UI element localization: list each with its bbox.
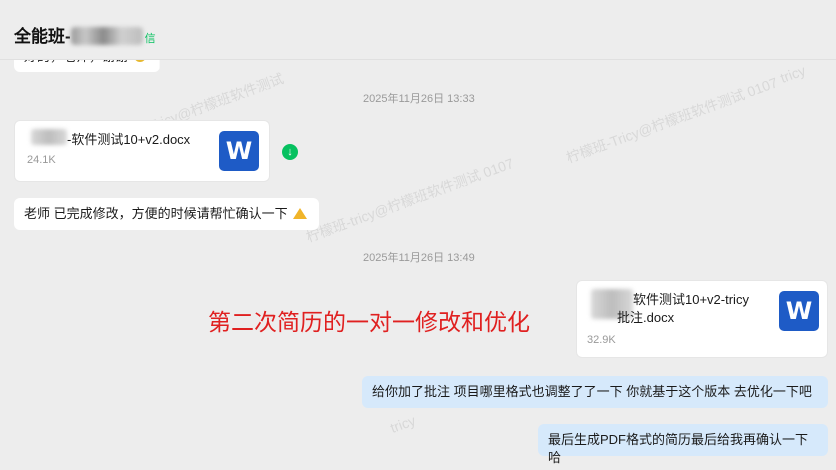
message-text: 老师 已完成修改，方便的时候请帮忙确认一下 xyxy=(24,206,288,221)
message-bubble-self[interactable]: 最后生成PDF格式的简历最后给我再确认一下哈 xyxy=(538,424,828,465)
praying-hands-icon xyxy=(291,205,309,221)
message-bubble[interactable]: 老师 已完成修改，方便的时候请帮忙确认一下 xyxy=(14,198,320,230)
watermark: tricy xyxy=(388,412,418,436)
chat-title[interactable]: 全能班- 信 xyxy=(14,22,156,47)
redacted-name xyxy=(70,27,143,45)
chat-title-prefix: 全能班- xyxy=(14,27,71,46)
watermark: 柠檬班-Tricy@柠檬班软件测试 0107 xyxy=(564,74,780,166)
annotation-text: 第二次简历的一对一修改和优化 xyxy=(208,310,530,336)
file-size: 24.1K xyxy=(27,154,56,166)
watermark: 柠檬班-tricy@柠檬班软件测试 0107 xyxy=(303,154,516,246)
timestamp: 2025年11月26日 13:33 xyxy=(363,93,475,105)
message-text: 最后生成PDF格式的简历最后给我再确认一下哈 xyxy=(548,432,809,465)
message-bubble-self[interactable]: 给你加了批注 项目哪里格式也调整了了一下 你就基于这个版本 去优化一下吧 xyxy=(362,376,828,408)
download-complete-icon[interactable]: ↓ xyxy=(282,144,298,160)
chat-title-suffix: 信 xyxy=(144,33,156,45)
word-doc-icon: W xyxy=(219,131,259,171)
file-name-line-1: 软件测试10+v2-tricy xyxy=(633,292,749,307)
timestamp: 2025年11月26日 13:49 xyxy=(363,252,475,264)
watermark: tricy xyxy=(778,62,808,86)
file-name: -软件测试10+v2.docx xyxy=(67,132,191,147)
message-text: 给你加了批注 项目哪里格式也调整了了一下 你就基于这个版本 去优化一下吧 xyxy=(372,384,812,399)
file-message-card[interactable]: -软件测试10+v2.docx 24.1K W xyxy=(14,120,270,182)
file-name-line-2: 批注.docx xyxy=(617,310,675,325)
file-size: 32.9K xyxy=(587,334,616,346)
chat-header: 全能班- 信 xyxy=(0,0,836,60)
file-message-card[interactable]: 软件测试10+v2-tricy 批注.docx 32.9K W xyxy=(576,280,828,358)
word-doc-icon: W xyxy=(779,291,819,331)
redacted-filename xyxy=(31,129,67,145)
